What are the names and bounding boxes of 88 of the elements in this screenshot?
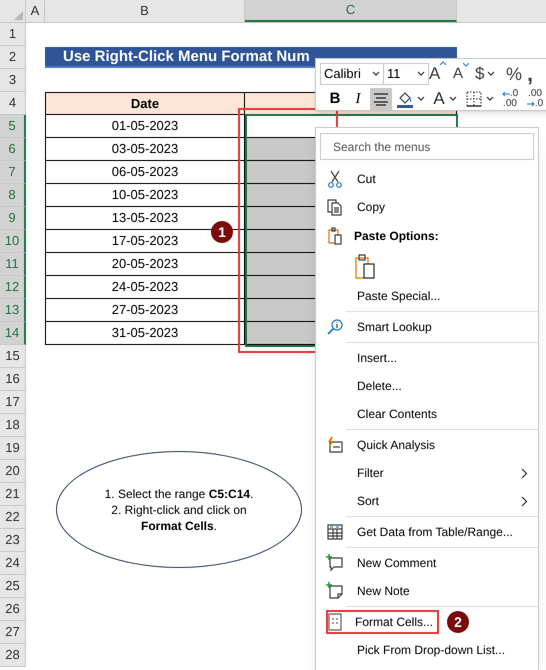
percent-button[interactable]: % <box>503 60 525 88</box>
date-cell: 01-05-2023 <box>45 115 245 138</box>
row-header[interactable]: 26 <box>0 598 26 621</box>
date-cell: 27-05-2023 <box>45 299 245 322</box>
font-dropdown[interactable]: Calibri <box>320 63 384 85</box>
menu-item[interactable]: Get Data from Table/Range... <box>354 520 516 544</box>
table-header-cell: Date <box>45 92 245 115</box>
currency-button[interactable]: $ <box>475 61 503 87</box>
borders-icon <box>466 91 482 107</box>
row-header[interactable]: 8 <box>0 184 26 207</box>
row-header[interactable]: 27 <box>0 621 26 644</box>
menu-item[interactable]: Insert... <box>354 346 400 370</box>
menu-item[interactable]: New Comment <box>354 551 440 575</box>
arrow-right-icon <box>526 101 535 107</box>
row-header[interactable]: 7 <box>0 161 26 184</box>
row-header[interactable]: 12 <box>0 276 26 299</box>
date-cell: 20-05-2023 <box>45 253 245 276</box>
date-cell: 03-05-2023 <box>45 138 245 161</box>
row-header[interactable]: 9 <box>0 207 26 230</box>
row-header[interactable]: 23 <box>0 529 26 552</box>
step-badge: 2 <box>447 611 470 633</box>
caret-icon <box>487 71 496 77</box>
caret-icon <box>416 96 424 102</box>
menu-item[interactable]: Sort <box>354 489 382 513</box>
row-header[interactable]: 17 <box>0 391 26 414</box>
row-header[interactable]: 19 <box>0 437 26 460</box>
row-header[interactable]: 18 <box>0 414 26 437</box>
row-header[interactable]: 14 <box>0 322 26 345</box>
decrease-decimal-button[interactable]: .00 .0 <box>523 88 546 110</box>
row-header[interactable]: 22 <box>0 506 26 529</box>
date-cell: 31-05-2023 <box>45 322 245 345</box>
row-header[interactable]: 10 <box>0 230 26 253</box>
note-text: 1. Select the range C5:C14. <box>104 486 254 502</box>
row-header[interactable]: 28 <box>0 644 26 667</box>
scissors-icon <box>325 169 345 189</box>
table-icon <box>325 522 345 542</box>
font-size-dropdown[interactable]: 11 <box>384 63 429 85</box>
menu-item[interactable]: Filter <box>354 461 387 485</box>
lightning-table-icon <box>325 435 345 455</box>
chevron-right-icon <box>521 468 528 478</box>
chevron-right-icon <box>521 496 528 506</box>
paint-bucket-icon <box>396 90 414 108</box>
note-text: Format Cells. <box>140 518 218 534</box>
magnifier-icon <box>325 317 345 337</box>
menu-item[interactable]: New Note <box>354 579 413 603</box>
caret-icon <box>448 96 457 102</box>
chevron-down-icon <box>372 71 380 77</box>
row-header[interactable]: 21 <box>0 483 26 506</box>
row-header[interactable]: 16 <box>0 368 26 391</box>
increase-decimal-button[interactable]: .0 .00 <box>498 88 522 110</box>
search-field[interactable]: Search the menus <box>320 133 534 160</box>
row-header[interactable]: 13 <box>0 299 26 322</box>
note-icon <box>325 581 345 601</box>
row-header[interactable]: 2 <box>0 46 26 69</box>
menu-item[interactable]: Delete... <box>354 374 405 398</box>
row-header[interactable]: 25 <box>0 575 26 598</box>
row-header[interactable]: 5 <box>0 115 26 138</box>
menu-item[interactable]: Paste Special... <box>354 284 444 308</box>
menu-item[interactable]: Clear Contents <box>354 402 440 426</box>
row-header[interactable]: 20 <box>0 460 26 483</box>
date-cell: 24-05-2023 <box>45 276 245 299</box>
row-header[interactable]: 1 <box>0 23 26 46</box>
arrow-left-icon <box>502 91 510 97</box>
note-text: 2. Right-click and click on <box>111 502 247 518</box>
caret-up-icon <box>440 61 446 66</box>
caret-down-icon <box>463 62 470 67</box>
comment-icon <box>325 553 345 573</box>
menu-heading: Paste Options: <box>354 228 439 245</box>
menu-item[interactable]: Format Cells... <box>326 610 440 634</box>
menu-item[interactable]: Cut <box>354 167 379 191</box>
menu-item[interactable]: Pick From Drop-down List... <box>354 638 508 662</box>
date-cell: 10-05-2023 <box>45 184 245 207</box>
menu-item[interactable]: Quick Analysis <box>354 433 438 457</box>
row-header[interactable]: 15 <box>0 345 26 368</box>
row-header[interactable]: 4 <box>0 92 26 115</box>
menu-item[interactable]: Smart Lookup <box>354 315 435 339</box>
chevron-down-icon <box>417 71 425 77</box>
paste-button[interactable] <box>354 254 376 280</box>
row-header[interactable]: 24 <box>0 552 26 575</box>
menu-item[interactable]: Copy <box>354 195 388 219</box>
row-header[interactable]: 6 <box>0 138 26 161</box>
column-header[interactable]: A <box>26 0 45 22</box>
center-align-button[interactable] <box>370 88 392 110</box>
row-header[interactable]: 11 <box>0 253 26 276</box>
caret-icon <box>486 96 494 102</box>
column-header[interactable]: C <box>245 0 457 22</box>
row-header[interactable]: 3 <box>0 69 26 92</box>
date-cell: 06-05-2023 <box>45 161 245 184</box>
